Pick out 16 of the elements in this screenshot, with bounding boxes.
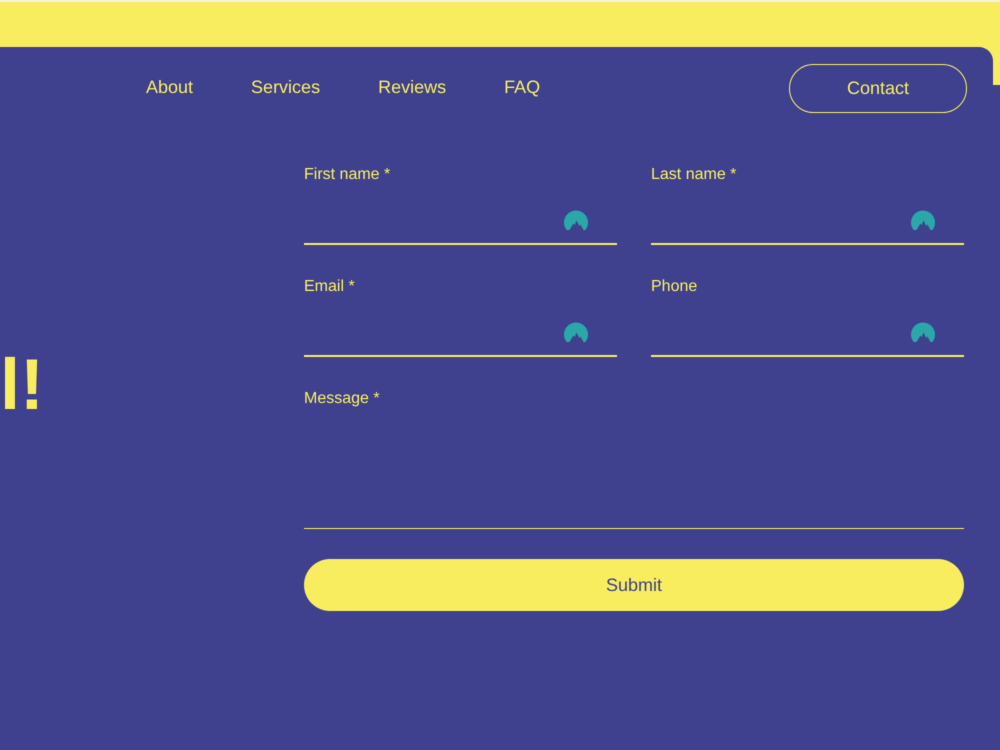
- nav-link[interactable]: FAQ: [504, 76, 540, 98]
- mountain-icon: [911, 322, 935, 342]
- field-label: First name *: [304, 165, 390, 184]
- field-label: Email *: [304, 277, 355, 296]
- submit-button[interactable]: Submit: [304, 559, 964, 611]
- contact-button[interactable]: Contact: [789, 64, 967, 113]
- mountain-icon: [911, 210, 935, 230]
- field-label: Phone: [651, 277, 698, 296]
- hero-heading: l!: [0, 349, 44, 421]
- nav-link[interactable]: About: [146, 76, 194, 98]
- nav-link[interactable]: Reviews: [378, 76, 446, 98]
- field-label: Message *: [304, 389, 380, 408]
- mountain-icon: [564, 210, 588, 230]
- mountain-icon: [564, 322, 588, 342]
- nav-link[interactable]: Services: [251, 76, 320, 98]
- field-label: Last name *: [651, 165, 736, 184]
